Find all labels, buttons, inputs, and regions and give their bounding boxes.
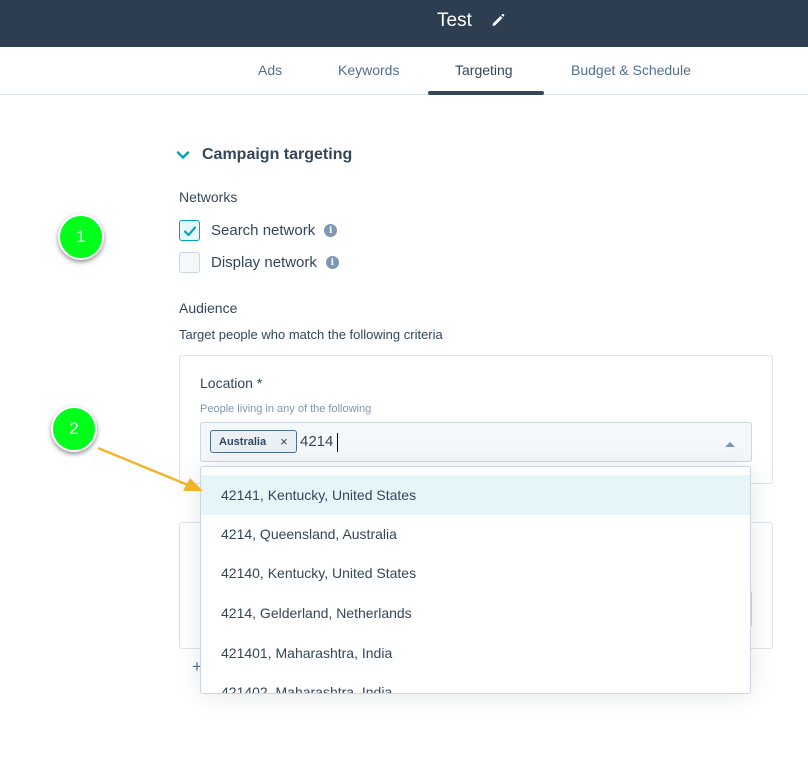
info-icon[interactable]: i xyxy=(324,224,338,237)
info-icon[interactable]: i xyxy=(325,256,339,269)
text-caret xyxy=(337,433,338,452)
search-network-checkbox[interactable] xyxy=(179,220,200,241)
tab-targeting[interactable]: Targeting xyxy=(455,62,513,78)
networks-label: Networks xyxy=(179,189,238,205)
search-network-checkbox-row[interactable]: Search network i xyxy=(179,220,338,241)
location-help-text: People living in any of the following xyxy=(200,403,372,415)
section-title: Campaign targeting xyxy=(202,146,353,163)
location-tag-label: Australia xyxy=(219,435,267,448)
search-network-label: Search network xyxy=(211,222,316,239)
pencil-icon[interactable] xyxy=(490,12,506,28)
campaign-targeting-toggle[interactable]: Campaign targeting xyxy=(175,146,352,164)
location-suggestions-dropdown: 42141, Kentucky, United States 4214, Que… xyxy=(200,466,751,694)
display-network-checkbox-row[interactable]: Display network i xyxy=(179,252,339,273)
suggestion-option[interactable]: 42140, Kentucky, United States xyxy=(201,553,750,593)
tab-keywords[interactable]: Keywords xyxy=(338,62,399,78)
location-tag: Australia × xyxy=(210,430,297,453)
location-search-input[interactable]: Australia × 4214 xyxy=(200,422,752,462)
annotation-badge-1: 1 xyxy=(58,214,104,260)
tab-budget-schedule[interactable]: Budget & Schedule xyxy=(571,62,691,78)
caret-up-icon[interactable] xyxy=(725,442,735,447)
suggestion-option[interactable]: 42141, Kentucky, United States xyxy=(201,475,750,515)
audience-subtitle: Target people who match the following cr… xyxy=(179,327,443,342)
suggestion-option[interactable]: 421402, Maharashtra, India xyxy=(201,672,750,693)
annotation-badge-2: 2 xyxy=(51,406,97,452)
tab-ads[interactable]: Ads xyxy=(258,62,282,78)
active-tab-indicator xyxy=(428,91,544,95)
suggestion-option[interactable]: 421401, Maharashtra, India xyxy=(201,633,750,673)
tab-bar: Ads Keywords Targeting Budget & Schedule xyxy=(0,47,808,95)
location-criteria-panel xyxy=(179,355,773,484)
checkmark-icon xyxy=(183,226,197,237)
campaign-title[interactable]: Test xyxy=(437,10,472,32)
display-network-checkbox[interactable] xyxy=(179,252,200,273)
audience-label: Audience xyxy=(179,300,238,316)
chevron-down-icon xyxy=(176,151,190,159)
suggestion-option[interactable]: 4214, Gelderland, Netherlands xyxy=(201,593,750,633)
display-network-label: Display network xyxy=(211,254,317,271)
top-bar: Test xyxy=(0,0,808,47)
tag-remove-icon[interactable]: × xyxy=(280,434,288,449)
suggestion-option[interactable]: 4214, Queensland, Australia xyxy=(201,514,750,554)
location-typed-text[interactable]: 4214 xyxy=(300,433,333,450)
location-label: Location * xyxy=(200,375,263,391)
